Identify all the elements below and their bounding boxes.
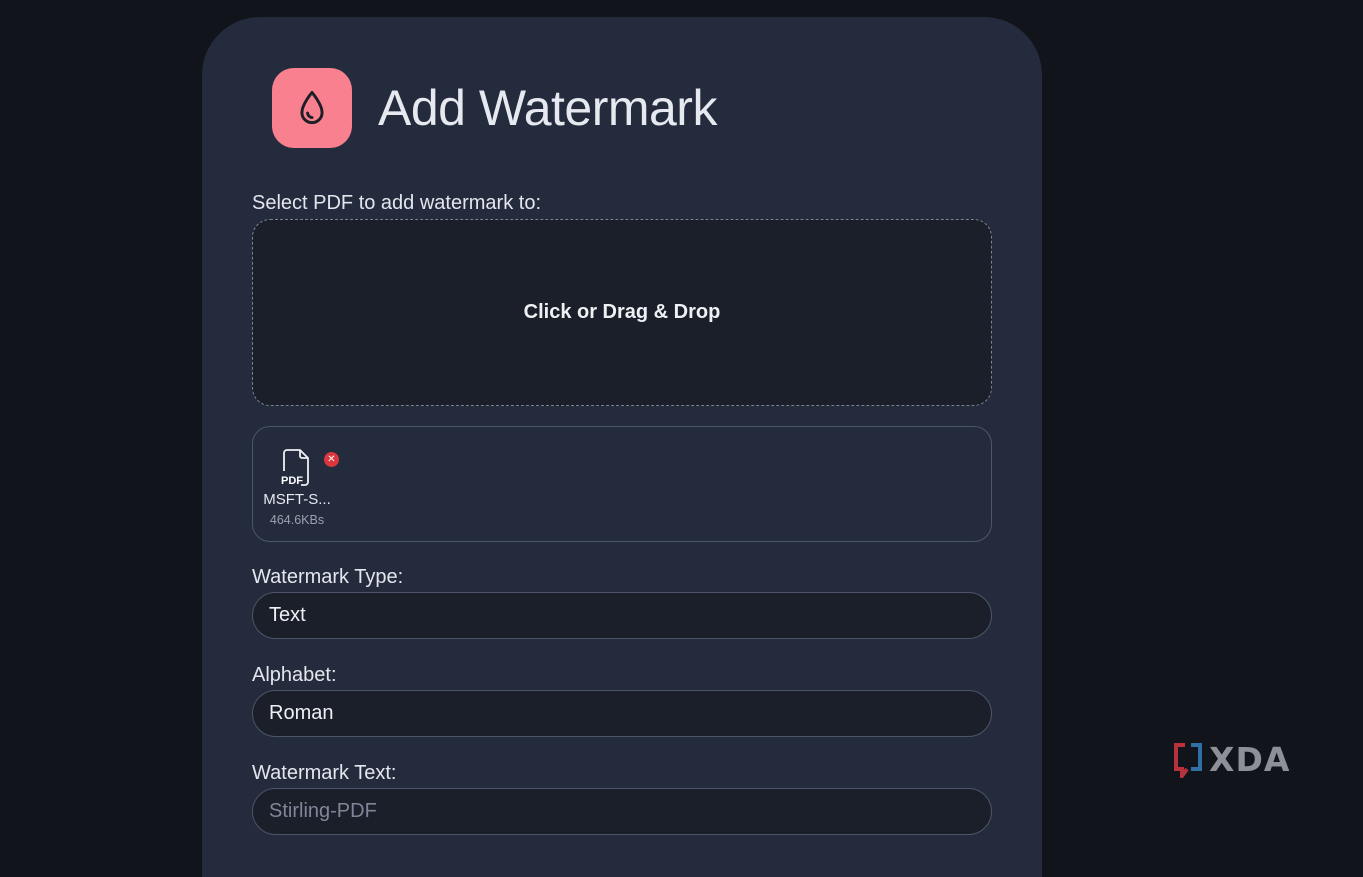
file-size: 464.6KBs	[269, 513, 325, 527]
xda-logo: XDA	[1173, 740, 1290, 779]
watermark-card: Add Watermark Select PDF to add watermar…	[202, 17, 1042, 877]
file-name: MSFT-S...	[263, 491, 331, 508]
watermark-type-select[interactable]: Text	[252, 592, 992, 639]
water-drop-icon	[272, 68, 352, 148]
alphabet-select[interactable]: Roman	[252, 690, 992, 737]
page-header: Add Watermark	[272, 68, 717, 148]
watermark-type-label: Watermark Type:	[252, 566, 404, 588]
pdf-type-tag: PDF	[281, 475, 303, 487]
watermark-text-input[interactable]: Stirling-PDF	[252, 788, 992, 835]
dropzone-text: Click or Drag & Drop	[523, 301, 721, 323]
close-icon[interactable]: ✕	[324, 452, 339, 467]
alphabet-label: Alphabet:	[252, 664, 337, 686]
file-dropzone[interactable]: Click or Drag & Drop	[252, 219, 992, 406]
file-item[interactable]: ✕ PDF MSFT-S... 464.6KBs	[259, 447, 339, 527]
pdf-select-label: Select PDF to add watermark to:	[252, 192, 542, 214]
watermark-text-label: Watermark Text:	[252, 762, 397, 784]
xda-logo-text: XDA	[1209, 740, 1291, 779]
xda-bracket-icon	[1174, 742, 1202, 778]
selected-files-panel: ✕ PDF MSFT-S... 464.6KBs	[252, 426, 992, 542]
page-title: Add Watermark	[378, 80, 717, 136]
